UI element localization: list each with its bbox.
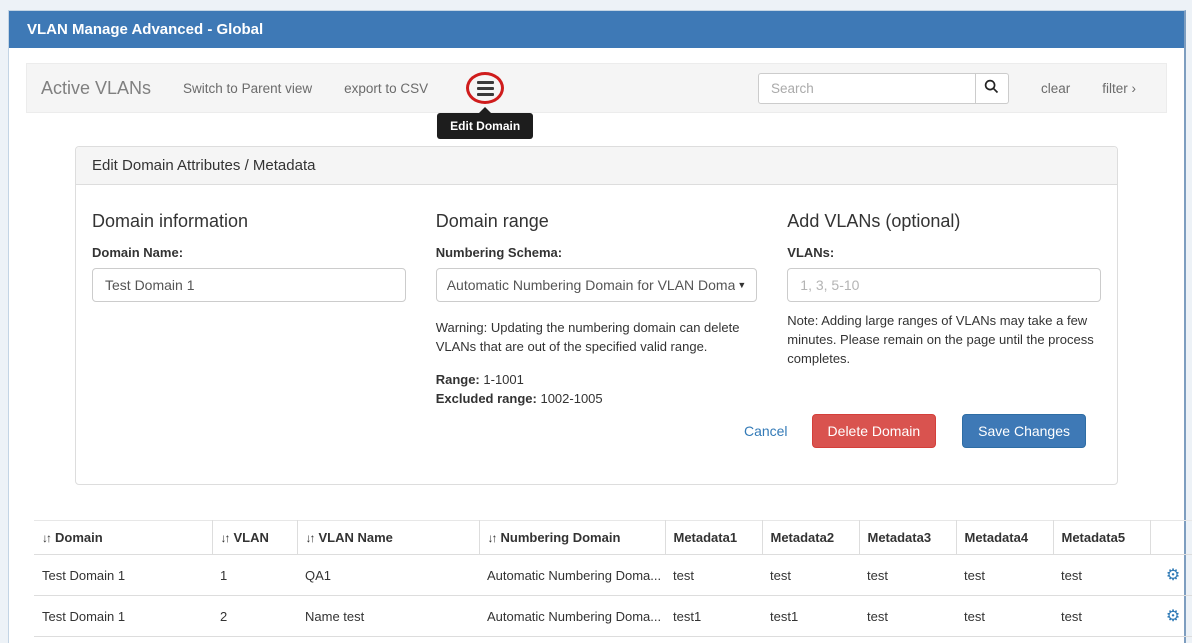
table-cell: test: [956, 596, 1053, 637]
edit-domain-tooltip: Edit Domain: [437, 113, 533, 139]
column-header[interactable]: ↓↑Domain: [34, 521, 212, 555]
range-value: 1-1001: [483, 372, 523, 387]
range-info: Range: 1-1001 Excluded range: 1002-1005: [436, 371, 758, 409]
export-csv-link[interactable]: export to CSV: [344, 81, 428, 96]
caret-down-icon: ▼: [737, 280, 746, 290]
table-cell: Test Domain 1: [34, 596, 212, 637]
filter-link[interactable]: filter ›: [1102, 81, 1136, 96]
panel-body: Domain information Domain Name: Domain r…: [76, 185, 1117, 408]
table-cell: test: [665, 555, 762, 596]
panel-actions: Cancel Delete Domain Save Changes: [76, 408, 1117, 484]
table-cell: Automatic Numbering Doma...: [479, 596, 665, 637]
domain-information-heading: Domain information: [92, 211, 406, 232]
table-cell: Automatic Numbering Doma...: [479, 555, 665, 596]
sort-icon[interactable]: ↓↑: [42, 531, 50, 545]
table-cell: test: [1053, 596, 1150, 637]
edit-domain-panel: Edit Domain Attributes / Metadata Domain…: [75, 146, 1118, 485]
table-cell: QA1: [297, 555, 479, 596]
table-cell: -: [1053, 637, 1150, 643]
table-cell: test: [1053, 555, 1150, 596]
table-row: Test Domain 13Test42Automatic Numbering …: [34, 637, 1192, 643]
domain-information-column: Domain information Domain Name:: [92, 201, 406, 408]
vlans-field[interactable]: [787, 268, 1101, 302]
table-cell: Test Domain 1: [34, 555, 212, 596]
clear-link[interactable]: clear: [1041, 81, 1070, 96]
table-head: ↓↑Domain↓↑VLAN↓↑VLAN Name↓↑Numbering Dom…: [34, 521, 1192, 555]
vlans-note-text: Note: Adding large ranges of VLANs may t…: [787, 312, 1101, 369]
search-button[interactable]: [976, 73, 1009, 104]
active-vlans-heading: Active VLANs: [41, 78, 151, 99]
table-cell: test1: [762, 596, 859, 637]
sort-icon[interactable]: ↓↑: [306, 531, 314, 545]
vlan-table: ↓↑Domain↓↑VLAN↓↑VLAN Name↓↑Numbering Dom…: [34, 520, 1192, 643]
table-cell: test: [956, 555, 1053, 596]
sort-icon[interactable]: ↓↑: [488, 531, 496, 545]
page-title: VLAN Manage Advanced - Global: [9, 11, 1184, 48]
column-header[interactable]: ↓↑VLAN Name: [297, 521, 479, 555]
delete-domain-button[interactable]: Delete Domain: [812, 414, 937, 448]
search-group: [758, 73, 1009, 104]
row-actions-cell: ⚙: [1150, 555, 1192, 596]
table-row: Test Domain 11QA1Automatic Numbering Dom…: [34, 555, 1192, 596]
excluded-range-label: Excluded range:: [436, 391, 537, 406]
table-body: Test Domain 11QA1Automatic Numbering Dom…: [34, 555, 1192, 643]
column-header: Metadata2: [762, 521, 859, 555]
table-cell: test: [859, 637, 956, 643]
search-input[interactable]: [758, 73, 976, 104]
column-header: Metadata5: [1053, 521, 1150, 555]
table-cell: test: [859, 596, 956, 637]
row-actions-cell: ⚙: [1150, 637, 1192, 643]
table-cell: -: [956, 637, 1053, 643]
column-header: Metadata1: [665, 521, 762, 555]
domain-name-label: Domain Name:: [92, 245, 406, 260]
add-vlans-column: Add VLANs (optional) VLANs: Note: Adding…: [787, 201, 1101, 408]
search-icon: [984, 79, 999, 97]
cancel-button[interactable]: Cancel: [744, 423, 788, 439]
table-row: Test Domain 12Name testAutomatic Numberi…: [34, 596, 1192, 637]
column-header[interactable]: ↓↑Numbering Domain: [479, 521, 665, 555]
table-cell: test: [665, 637, 762, 643]
table-cell: test1: [665, 596, 762, 637]
sort-icon[interactable]: ↓↑: [221, 531, 229, 545]
excluded-range-value: 1002-1005: [540, 391, 602, 406]
numbering-schema-select[interactable]: Automatic Numbering Domain for VLAN Doma…: [436, 268, 758, 302]
panel-heading: Edit Domain Attributes / Metadata: [76, 147, 1117, 185]
add-vlans-heading: Add VLANs (optional): [787, 211, 1101, 232]
table-cell: 2: [212, 596, 297, 637]
column-header: Metadata3: [859, 521, 956, 555]
toolbar: Active VLANs Switch to Parent view expor…: [26, 63, 1167, 113]
table-cell: test: [859, 555, 956, 596]
vlans-label: VLANs:: [787, 245, 1101, 260]
numbering-warning-text: Warning: Updating the numbering domain c…: [436, 319, 758, 357]
chevron-right-icon: ›: [1132, 81, 1137, 96]
table-cell: Test Domain 1: [34, 637, 212, 643]
column-header: Metadata4: [956, 521, 1053, 555]
hamburger-icon: [477, 81, 494, 84]
table-cell: -: [762, 637, 859, 643]
gear-icon[interactable]: ⚙: [1166, 608, 1180, 625]
domain-name-field[interactable]: [92, 268, 406, 302]
column-header: [1150, 521, 1192, 555]
domain-range-heading: Domain range: [436, 211, 758, 232]
table-cell: Automatic Numbering Doma...: [479, 637, 665, 643]
app-window: VLAN Manage Advanced - Global Active VLA…: [8, 10, 1186, 643]
table-cell: 3: [212, 637, 297, 643]
domain-range-column: Domain range Numbering Schema: Automatic…: [436, 201, 758, 408]
table-cell: Test42: [297, 637, 479, 643]
range-label: Range:: [436, 372, 480, 387]
row-actions-cell: ⚙: [1150, 596, 1192, 637]
save-changes-button[interactable]: Save Changes: [962, 414, 1086, 448]
numbering-schema-label: Numbering Schema:: [436, 245, 758, 260]
switch-parent-view-link[interactable]: Switch to Parent view: [183, 81, 312, 96]
edit-domain-menu-button[interactable]: Edit Domain: [466, 72, 504, 104]
vlan-table-section: ↓↑Domain↓↑VLAN↓↑VLAN Name↓↑Numbering Dom…: [34, 520, 1159, 643]
column-header[interactable]: ↓↑VLAN: [212, 521, 297, 555]
table-cell: Name test: [297, 596, 479, 637]
gear-icon[interactable]: ⚙: [1166, 567, 1180, 584]
table-cell: 1: [212, 555, 297, 596]
table-cell: test: [762, 555, 859, 596]
